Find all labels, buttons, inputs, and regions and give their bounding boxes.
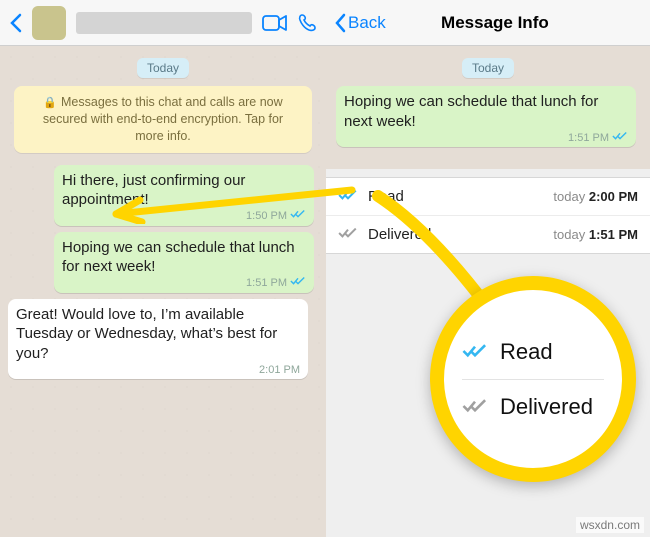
contact-name-redacted[interactable] <box>76 12 252 34</box>
chat-body: Today 🔒Messages to this chat and calls a… <box>0 46 326 537</box>
message-time: 1:50 PM <box>246 209 287 223</box>
encryption-notice[interactable]: 🔒Messages to this chat and calls are now… <box>14 86 312 153</box>
read-ticks-icon <box>612 131 628 145</box>
chat-screen: Today 🔒Messages to this chat and calls a… <box>0 0 326 537</box>
message-time: 2:01 PM <box>259 363 300 377</box>
receipt-row-read: Read today 2:00 PM <box>326 178 650 216</box>
chat-header <box>0 0 326 46</box>
message-time: 1:51 PM <box>246 276 287 290</box>
read-ticks-icon <box>290 276 306 290</box>
voice-call-icon[interactable] <box>298 13 318 33</box>
avatar[interactable] <box>32 6 66 40</box>
receipt-list: Read today 2:00 PM Delivered today 1:51 … <box>326 177 650 254</box>
page-title: Message Info <box>348 13 642 33</box>
message-text: Hi there, just confirming our appointmen… <box>62 172 245 209</box>
video-call-icon[interactable] <box>262 14 288 32</box>
delivered-ticks-icon <box>338 226 358 243</box>
receipt-label: Delivered <box>368 226 553 243</box>
day-chip: Today <box>462 58 514 78</box>
message-out[interactable]: Hoping we can schedule that lunch for ne… <box>54 232 314 293</box>
zoom-row-read: Read <box>462 339 604 365</box>
message-in[interactable]: Great! Would love to, I’m available Tues… <box>8 299 308 380</box>
info-header: Back Message Info <box>326 0 650 46</box>
divider <box>462 379 604 380</box>
annotation-zoom-circle: Read Delivered <box>430 276 636 482</box>
receipt-time: 1:51 PM <box>589 227 638 242</box>
read-ticks-icon <box>462 339 488 365</box>
encryption-text: Messages to this chat and calls are now … <box>43 95 283 143</box>
zoom-label: Delivered <box>500 394 593 420</box>
message-text: Hoping we can schedule that lunch for ne… <box>62 239 295 276</box>
message-text: Great! Would love to, I’m available Tues… <box>16 306 277 362</box>
receipt-time: 2:00 PM <box>589 189 638 204</box>
message-text: Hoping we can schedule that lunch for ne… <box>344 93 598 130</box>
message-out[interactable]: Hi there, just confirming our appointmen… <box>54 165 314 226</box>
lock-icon: 🔒 <box>43 97 57 109</box>
read-ticks-icon <box>290 209 306 223</box>
day-chip: Today <box>137 58 189 78</box>
zoom-row-delivered: Delivered <box>462 394 604 420</box>
receipt-row-delivered: Delivered today 1:51 PM <box>326 216 650 253</box>
back-icon[interactable] <box>8 13 22 33</box>
zoom-label: Read <box>500 339 553 365</box>
info-message-bubble: Hoping we can schedule that lunch for ne… <box>336 86 636 147</box>
delivered-ticks-icon <box>462 394 488 420</box>
watermark: wsxdn.com <box>576 517 644 533</box>
receipt-label: Read <box>368 188 553 205</box>
message-time: 1:51 PM <box>568 131 609 145</box>
read-ticks-icon <box>338 188 358 205</box>
